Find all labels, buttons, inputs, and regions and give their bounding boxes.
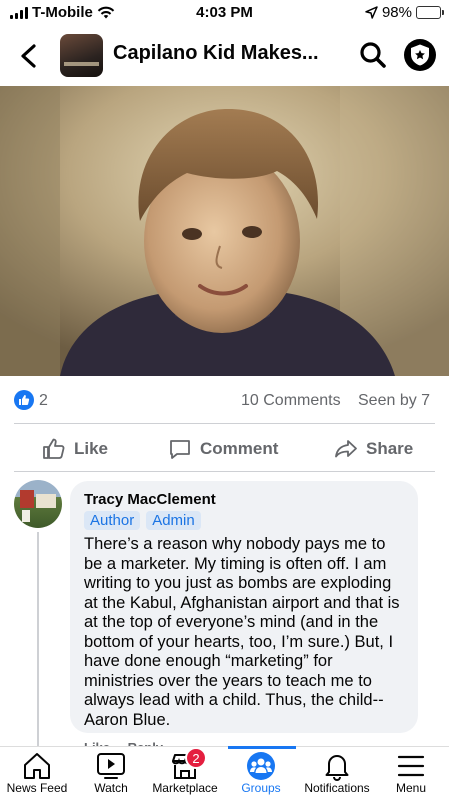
comment-bubble[interactable]: Tracy MacClement Author Admin There’s a … [70, 481, 418, 733]
battery-percent: 98% [381, 4, 412, 21]
thread-line [37, 532, 39, 747]
post-photo[interactable] [0, 86, 449, 376]
group-thumbnail[interactable] [60, 34, 103, 77]
bell-icon [325, 755, 349, 781]
home-icon [24, 753, 50, 779]
reaction-count[interactable]: 2 [39, 392, 48, 410]
status-right: 98% [365, 4, 444, 21]
search-icon[interactable] [358, 40, 388, 70]
comment-text: There’s a reason why nobody pays me to b… [84, 535, 400, 729]
groups-icon [247, 752, 275, 780]
share-icon [335, 440, 357, 458]
back-icon[interactable] [14, 38, 44, 74]
video-icon [97, 753, 125, 779]
tab-menu[interactable]: Menu [366, 751, 449, 795]
comment-button[interactable]: Comment [168, 433, 278, 465]
comment-icon [170, 440, 190, 459]
group-header: Capilano Kid Makes... [0, 30, 449, 82]
bottom-tab-bar: News Feed Watch 2 Marketplace Groups Not… [0, 746, 449, 800]
location-icon [365, 6, 378, 19]
divider [14, 471, 435, 472]
author-badges: Author Admin [84, 511, 404, 530]
menu-icon [397, 755, 425, 777]
child-portrait-image [0, 86, 449, 376]
seen-by[interactable]: Seen by 7 [358, 392, 430, 410]
shield-star-icon [411, 44, 429, 66]
thumbs-up-icon [43, 438, 65, 459]
post-stats: 2 10 Comments Seen by 7 [0, 390, 449, 414]
author-badge: Author [84, 511, 141, 530]
comment-author[interactable]: Tracy MacClement [84, 491, 404, 508]
like-label: Like [74, 439, 109, 458]
divider [14, 423, 435, 424]
active-tab-indicator [228, 746, 296, 749]
marketplace-badge: 2 [185, 747, 207, 769]
status-bar: T-Mobile 4:03 PM 98% [0, 0, 449, 26]
group-title[interactable]: Capilano Kid Makes... [113, 42, 343, 65]
share-label: Share [366, 439, 414, 458]
share-button[interactable]: Share [334, 433, 413, 465]
like-button[interactable]: Like [42, 433, 108, 465]
post-actions: Like Comment Share [0, 433, 449, 465]
comment-count[interactable]: 10 Comments [241, 392, 341, 410]
like-reaction-icon[interactable] [14, 390, 34, 410]
tab-label: Menu [395, 781, 427, 795]
comment-label: Comment [200, 439, 279, 458]
admin-badge: Admin [146, 511, 201, 530]
admin-shield-button[interactable] [404, 39, 436, 71]
commenter-avatar[interactable] [14, 480, 62, 528]
battery-icon [416, 6, 444, 19]
